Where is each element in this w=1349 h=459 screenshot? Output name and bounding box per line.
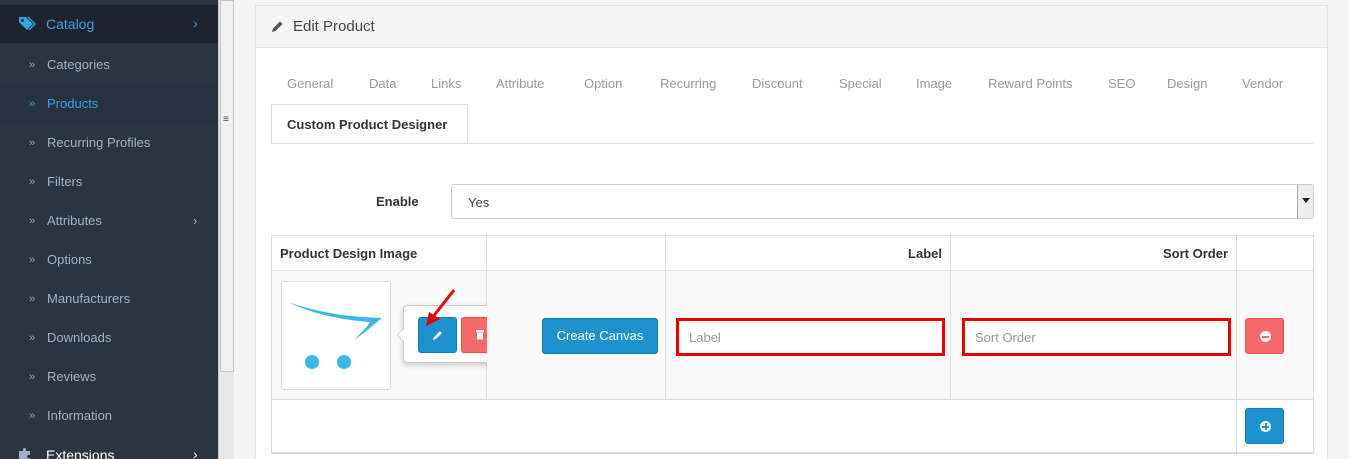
tab-option[interactable]: Option xyxy=(584,76,622,91)
tab-vendor[interactable]: Vendor xyxy=(1242,76,1283,91)
double-chevron-icon: » xyxy=(29,136,36,149)
column-header-actions xyxy=(487,236,666,271)
tab-image[interactable]: Image xyxy=(916,76,952,91)
sidebar-item-options[interactable]: » Options xyxy=(0,240,218,279)
sidebar-item-label: Manufacturers xyxy=(47,291,131,306)
opencart-logo xyxy=(288,302,382,369)
sidebar-item-label: Filters xyxy=(47,174,83,189)
tab-links[interactable]: Links xyxy=(431,76,461,91)
sidebar-item-information[interactable]: » Information xyxy=(0,396,218,435)
double-chevron-icon: » xyxy=(29,214,36,227)
edit-product-panel: Edit Product General Data Links Attribut… xyxy=(255,5,1328,459)
tab-divider xyxy=(271,143,1313,144)
tab-data[interactable]: Data xyxy=(369,76,396,91)
tab-custom-product-designer[interactable]: Custom Product Designer xyxy=(271,104,468,143)
sidebar-item-label: Reviews xyxy=(47,369,97,384)
label-input-wrapper xyxy=(676,318,945,356)
sidebar: Catalog › » Categories » Products » Recu… xyxy=(0,0,218,459)
double-chevron-icon: » xyxy=(29,253,36,266)
tag-icon xyxy=(19,16,36,31)
create-canvas-button[interactable]: Create Canvas xyxy=(542,318,658,354)
label-cell xyxy=(666,271,951,400)
double-chevron-icon: » xyxy=(29,370,36,383)
tab-general[interactable]: General xyxy=(287,76,333,91)
tab-special[interactable]: Special xyxy=(839,76,882,91)
sidebar-item-label: Catalog xyxy=(46,16,95,32)
chevron-right-icon: › xyxy=(193,15,198,31)
sidebar-item-label: Downloads xyxy=(47,330,112,345)
column-header-sort-order: Sort Order xyxy=(951,236,1237,271)
sidebar-item-categories[interactable]: » Categories xyxy=(0,45,218,84)
minus-circle-icon xyxy=(1260,331,1271,342)
drag-handle-icon[interactable]: ≡ xyxy=(223,114,229,125)
chevron-right-icon: › xyxy=(193,213,198,228)
sidebar-item-extensions[interactable]: Extensions › xyxy=(0,443,218,459)
sidebar-item-label: Categories xyxy=(47,57,110,72)
add-row-cell xyxy=(1237,400,1313,453)
remove-row-button[interactable] xyxy=(1245,318,1284,354)
sort-order-input-wrapper xyxy=(962,318,1231,356)
double-chevron-icon: » xyxy=(29,331,36,344)
tab-design[interactable]: Design xyxy=(1167,76,1207,91)
image-cell xyxy=(272,271,515,400)
double-chevron-icon: » xyxy=(29,58,36,71)
product-design-thumbnail[interactable] xyxy=(281,281,391,390)
create-canvas-cell: Create Canvas xyxy=(487,271,666,400)
enable-select[interactable]: Yes xyxy=(451,184,1314,219)
sidebar-item-products[interactable]: » Products xyxy=(0,84,218,123)
sidebar-item-label: Products xyxy=(47,96,99,111)
enable-label: Enable xyxy=(376,194,419,209)
tab-seo[interactable]: SEO xyxy=(1108,76,1135,91)
column-header-label: Label xyxy=(666,236,951,271)
add-row-button[interactable] xyxy=(1245,408,1284,444)
double-chevron-icon: » xyxy=(29,292,36,305)
sidebar-item-filters[interactable]: » Filters xyxy=(0,162,218,201)
sort-order-input[interactable] xyxy=(965,321,1228,353)
tab-reward-points[interactable]: Reward Points xyxy=(988,76,1073,91)
column-header-remove xyxy=(1237,236,1313,271)
sidebar-item-label: Extensions xyxy=(46,447,115,459)
sidebar-item-attributes[interactable]: » Attributes › xyxy=(0,201,218,240)
popover-arrow-fill xyxy=(398,328,405,342)
sidebar-item-label: Information xyxy=(47,408,113,423)
double-chevron-icon: » xyxy=(29,97,36,110)
main-content: Edit Product General Data Links Attribut… xyxy=(234,0,1349,459)
sidebar-item-label: Recurring Profiles xyxy=(47,135,151,150)
sidebar-item-label: Options xyxy=(47,252,92,267)
sidebar-item-reviews[interactable]: » Reviews xyxy=(0,357,218,396)
dropdown-arrow-icon[interactable] xyxy=(1297,185,1313,218)
chevron-right-icon: › xyxy=(193,446,198,459)
table-footer-spacer xyxy=(272,400,1237,453)
sidebar-item-manufacturers[interactable]: » Manufacturers xyxy=(0,279,218,318)
tab-attribute[interactable]: Attribute xyxy=(496,76,544,91)
plus-circle-icon xyxy=(1260,421,1271,432)
double-chevron-icon: » xyxy=(29,409,36,422)
column-header-product-design-image: Product Design Image xyxy=(272,236,487,271)
double-chevron-icon: » xyxy=(29,175,36,188)
enable-select-value: Yes xyxy=(468,195,490,210)
remove-cell xyxy=(1237,271,1313,400)
sort-order-cell xyxy=(951,271,1237,400)
tab-recurring[interactable]: Recurring xyxy=(660,76,716,91)
pencil-icon xyxy=(272,21,283,32)
panel-heading: Edit Product xyxy=(256,6,1327,48)
sidebar-item-catalog[interactable]: Catalog › xyxy=(0,5,218,43)
panel-title: Edit Product xyxy=(293,18,375,35)
tab-discount[interactable]: Discount xyxy=(752,76,803,91)
scrollbar-thumb[interactable] xyxy=(220,0,234,372)
sidebar-item-downloads[interactable]: » Downloads xyxy=(0,318,218,357)
red-arrow-annotation xyxy=(426,289,456,326)
puzzle-icon xyxy=(19,448,30,459)
sidebar-item-label: Attributes xyxy=(47,213,102,228)
label-input[interactable] xyxy=(679,321,942,353)
sidebar-item-recurring-profiles[interactable]: » Recurring Profiles xyxy=(0,123,218,162)
sidebar-splitter[interactable]: ≡ xyxy=(218,0,234,459)
design-image-table: Product Design Image Label Sort Order Cr… xyxy=(271,235,1314,454)
